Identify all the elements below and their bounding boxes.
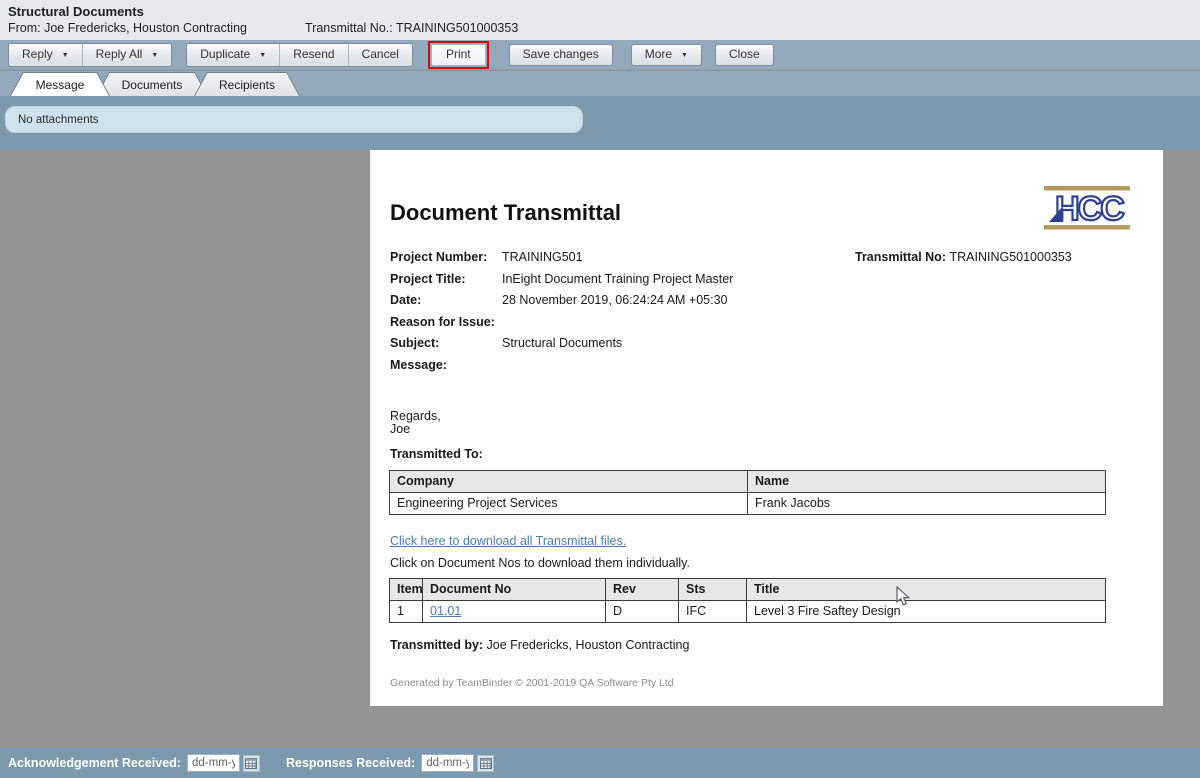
recipient-name: Frank Jacobs <box>748 493 1106 515</box>
col-sts: Sts <box>679 579 747 601</box>
recipients-table: Company Name Engineering Project Service… <box>389 470 1106 515</box>
generated-by-footer: Generated by TeamBinder © 2001-2019 QA S… <box>390 677 674 689</box>
tab-strip: Message Documents Recipients <box>0 71 1200 96</box>
document-title: Document Transmittal <box>390 200 621 226</box>
col-item: Item <box>390 579 423 601</box>
doc-rev: D <box>606 601 679 623</box>
col-company: Company <box>390 471 748 493</box>
toolbar: Reply▼ Reply All▼ Duplicate▼ Resend Canc… <box>0 40 1200 70</box>
svg-text:HCC: HCC <box>1055 190 1124 228</box>
duplicate-button-group: Duplicate▼ Resend Cancel <box>186 43 413 67</box>
calendar-icon[interactable] <box>243 755 260 772</box>
field-date: Date: 28 November 2019, 06:24:24 AM +05:… <box>390 293 850 315</box>
chevron-down-icon: ▼ <box>62 52 69 59</box>
chevron-down-icon: ▼ <box>681 52 688 59</box>
download-note: Click on Document Nos to download them i… <box>390 556 690 570</box>
doc-sts: IFC <box>679 601 747 623</box>
preview-area: Document Transmittal HCC Transmittal No:… <box>0 150 1200 748</box>
field-subject: Subject: Structural Documents <box>390 336 850 358</box>
col-name: Name <box>748 471 1106 493</box>
from-line: From: Joe Fredericks, Houston Contractin… <box>8 20 247 37</box>
tab-documents[interactable]: Documents <box>96 72 208 96</box>
signature-block: Regards, Joe <box>390 410 441 436</box>
col-document-no: Document No <box>423 579 606 601</box>
message-header: Structural Documents From: Joe Frederick… <box>0 0 1200 40</box>
chevron-down-icon: ▼ <box>259 52 266 59</box>
chevron-down-icon: ▼ <box>151 52 158 59</box>
doc-item: 1 <box>390 601 423 623</box>
acknowledgement-received-label: Acknowledgement Received: <box>8 756 181 770</box>
document-no-link[interactable]: 01.01 <box>430 604 461 618</box>
hcc-logo: HCC <box>1040 186 1134 235</box>
message-subject-title: Structural Documents <box>8 4 1200 20</box>
field-message: Message: <box>390 358 850 380</box>
from-label: From: <box>8 21 44 35</box>
responses-received-input[interactable] <box>421 754 474 772</box>
transmitted-to-label: Transmitted To: <box>390 447 483 461</box>
print-highlight-box: Print <box>428 41 489 69</box>
download-all-files-link[interactable]: Click here to download all Transmittal f… <box>390 534 626 548</box>
table-row: Engineering Project Services Frank Jacob… <box>390 493 1106 515</box>
close-button[interactable]: Close <box>715 44 774 66</box>
calendar-icon[interactable] <box>477 755 494 772</box>
tab-recipients[interactable]: Recipients <box>194 72 300 96</box>
transmittal-no-label: Transmittal No.: <box>305 21 396 35</box>
acknowledgement-received-input[interactable] <box>187 754 240 772</box>
received-dates-bar: Acknowledgement Received: Responses Rece… <box>0 748 1200 778</box>
save-changes-button[interactable]: Save changes <box>509 44 613 66</box>
recipient-company: Engineering Project Services <box>390 493 748 515</box>
no-attachments-text: No attachments <box>18 114 99 126</box>
reply-button[interactable]: Reply▼ <box>9 44 82 66</box>
field-project-number: Project Number: TRAINING501 <box>390 250 850 272</box>
resend-button[interactable]: Resend <box>279 44 347 66</box>
documents-table: Item Document No Rev Sts Title 1 01.01 D… <box>389 578 1106 623</box>
transmittal-no-line: Transmittal No.: TRAINING501000353 <box>305 20 518 37</box>
reply-all-button[interactable]: Reply All▼ <box>82 44 172 66</box>
page-transmittal-no: Transmittal No: TRAINING501000353 <box>855 250 1072 264</box>
responses-received-label: Responses Received: <box>286 756 415 770</box>
print-button[interactable]: Print <box>431 44 486 66</box>
transmittal-no-value: TRAINING501000353 <box>396 21 518 35</box>
documents-header-row: Item Document No Rev Sts Title <box>390 579 1106 601</box>
recipients-header-row: Company Name <box>390 471 1106 493</box>
more-button[interactable]: More▼ <box>631 44 702 66</box>
field-project-title: Project Title: InEight Document Training… <box>390 272 850 294</box>
field-reason-for-issue: Reason for Issue: <box>390 315 850 337</box>
doc-title: Level 3 Fire Saftey Design <box>747 601 1106 623</box>
col-rev: Rev <box>606 579 679 601</box>
attachments-band: No attachments <box>0 96 1200 150</box>
mouse-cursor <box>896 586 911 607</box>
from-value: Joe Fredericks, Houston Contracting <box>44 21 247 35</box>
table-row: 1 01.01 D IFC Level 3 Fire Saftey Design <box>390 601 1106 623</box>
reply-button-group: Reply▼ Reply All▼ <box>8 43 172 67</box>
tab-message[interactable]: Message <box>10 72 110 96</box>
transmitted-by-line: Transmitted by: Joe Fredericks, Houston … <box>390 638 689 652</box>
no-attachments-bar: No attachments <box>5 106 583 133</box>
cancel-button[interactable]: Cancel <box>348 44 412 66</box>
transmittal-fields: Project Number: TRAINING501 Project Titl… <box>390 250 850 379</box>
download-all-link-row: Click here to download all Transmittal f… <box>390 534 626 548</box>
col-title: Title <box>747 579 1106 601</box>
duplicate-button[interactable]: Duplicate▼ <box>187 44 279 66</box>
transmittal-page: Document Transmittal HCC Transmittal No:… <box>370 150 1163 706</box>
